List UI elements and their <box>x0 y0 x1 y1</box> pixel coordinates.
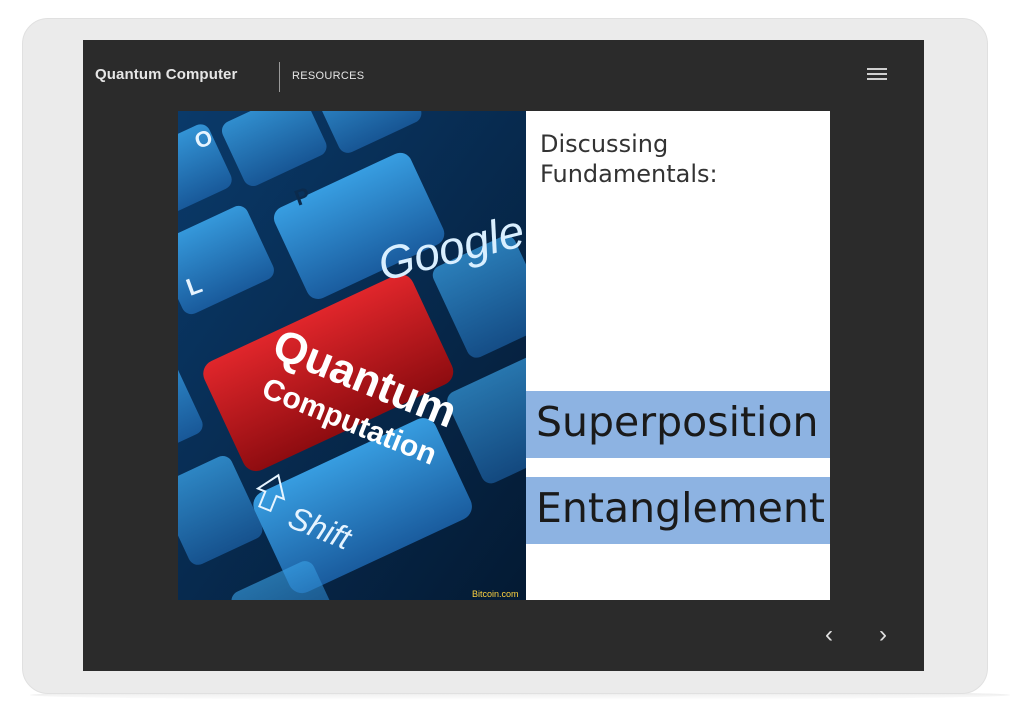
slide-heading-line2: Fundamentals: <box>540 160 718 188</box>
app-screen: Quantum Computer RESOURCES O P L Google … <box>83 40 924 671</box>
slide-heading: Discussing Fundamentals: <box>540 129 820 189</box>
top-bar: Quantum Computer RESOURCES <box>83 40 924 112</box>
hamburger-menu-icon[interactable] <box>867 68 887 84</box>
superposition-label: Superposition <box>536 398 819 446</box>
slide-heading-line1: Discussing <box>540 130 669 158</box>
quantum-keyboard-image: O P L Google Quantum Computation Shift B… <box>178 111 526 600</box>
entanglement-label: Entanglement <box>536 484 825 532</box>
image-credit: Bitcoin.com <box>472 589 519 599</box>
chevron-left-icon[interactable]: ‹ <box>817 620 841 650</box>
superposition-band: Superposition <box>526 391 830 458</box>
app-title[interactable]: Quantum Computer <box>95 66 237 83</box>
entanglement-band: Entanglement <box>526 477 830 544</box>
slide: O P L Google Quantum Computation Shift B… <box>178 111 830 600</box>
title-divider <box>279 62 280 92</box>
chevron-right-icon[interactable]: › <box>871 620 895 650</box>
resources-link[interactable]: RESOURCES <box>292 70 364 82</box>
